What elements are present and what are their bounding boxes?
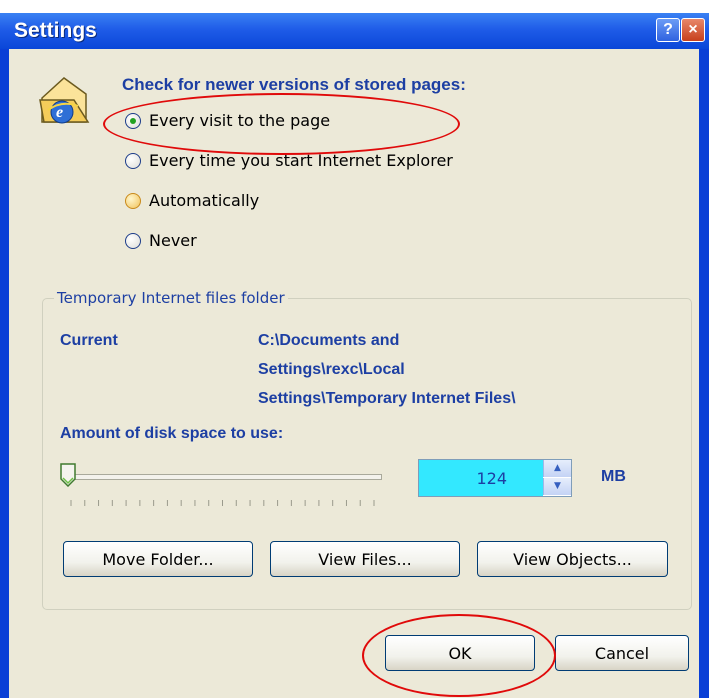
radio-automatically[interactable]	[125, 193, 141, 209]
disk-space-label: Amount of disk space to use:	[60, 425, 284, 442]
settings-window: Settings ? × e Check for newer versions …	[0, 0, 709, 698]
title-bar[interactable]	[0, 13, 709, 49]
disk-space-input[interactable]: 124	[419, 460, 543, 496]
ie-folder-icon: e	[39, 77, 90, 124]
radio-every-start[interactable]	[125, 153, 141, 169]
check-heading: Check for newer versions of stored pages…	[122, 75, 466, 94]
cancel-button[interactable]: Cancel	[555, 635, 689, 671]
spin-up-button[interactable]: ▲	[543, 460, 571, 477]
radio-label-automatically[interactable]: Automatically	[149, 191, 259, 210]
current-path-line-3: Settings\Temporary Internet Files\	[258, 390, 516, 407]
disk-space-value: 124	[476, 469, 507, 488]
window-title: Settings	[14, 19, 97, 42]
slider-thumb[interactable]	[60, 463, 76, 487]
svg-text:e: e	[56, 104, 63, 121]
current-label: Current	[60, 332, 118, 349]
unit-label: MB	[601, 468, 626, 485]
spin-down-button[interactable]: ▼	[543, 478, 571, 495]
view-files-button[interactable]: View Files...	[270, 541, 460, 577]
annotation-ellipse-option	[103, 93, 460, 155]
close-button[interactable]: ×	[681, 18, 705, 42]
current-path-line-1: C:\Documents and	[258, 332, 400, 349]
view-objects-button[interactable]: View Objects...	[477, 541, 668, 577]
radio-label-never[interactable]: Never	[149, 231, 197, 250]
group-title: Temporary Internet files folder	[54, 289, 288, 307]
disk-space-spinner[interactable]: 124 ▲ ▼	[418, 459, 572, 497]
slider-track[interactable]	[64, 474, 382, 480]
slider-ticks	[70, 500, 375, 506]
current-path-line-2: Settings\rexc\Local	[258, 361, 405, 378]
move-folder-button[interactable]: Move Folder...	[63, 541, 253, 577]
help-button[interactable]: ?	[656, 18, 680, 42]
radio-never[interactable]	[125, 233, 141, 249]
annotation-ellipse-ok	[362, 614, 556, 697]
